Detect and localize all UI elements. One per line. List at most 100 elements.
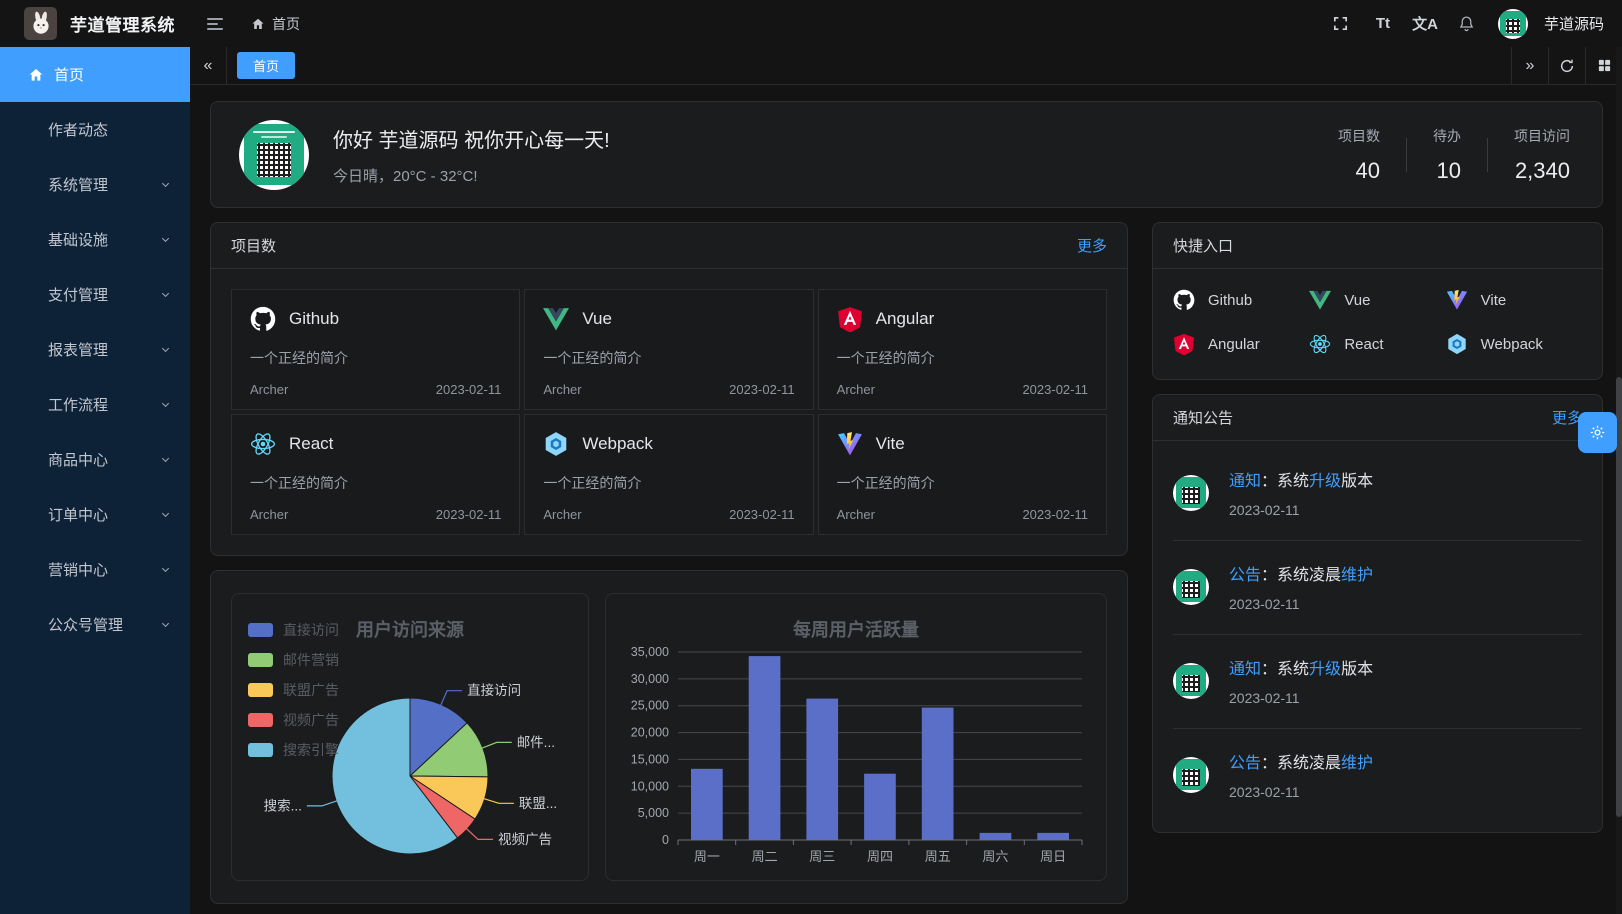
angular-icon [837,306,863,332]
legend-label: 直接访问 [283,620,339,640]
tab-home[interactable]: 首页 [237,52,295,79]
font-size-button[interactable]: Tt [1366,7,1400,41]
legend-item-2[interactable]: 联盟广告 [248,680,339,700]
svg-text:15,000: 15,000 [631,752,669,766]
project-card-react[interactable]: React 一个正经的简介 Archer 2023-02-11 [231,414,520,535]
sidebar-item-4[interactable]: 支付管理 [0,267,190,322]
shortcut-vue[interactable]: Vue [1309,289,1445,311]
legend-swatch [248,623,273,637]
chevron-down-icon [159,288,172,301]
sidebar-item-5[interactable]: 报表管理 [0,322,190,377]
svg-text:0: 0 [662,833,669,847]
pie-chart-card: 用户访问来源 直接访问 邮件营销 联盟广告 视频广告 搜索引擎 直接访问邮件..… [231,593,589,881]
sidebar-item-7[interactable]: 商品中心 [0,432,190,487]
projects-card-title: 项目数 [231,235,276,256]
project-date: 2023-02-11 [729,507,795,522]
notice-item-1[interactable]: 公告：系统凌晨维护 2023-02-11 [1173,540,1582,634]
project-name: Angular [876,309,935,329]
projects-more-link[interactable]: 更多 [1077,235,1107,256]
legend-item-1[interactable]: 邮件营销 [248,650,339,670]
legend-label: 视频广告 [283,710,339,730]
sidebar-item-label: 首页 [54,64,84,85]
home-icon [251,17,265,31]
sidebar-item-1[interactable]: 作者动态 [0,102,190,157]
shortcut-webpack[interactable]: Webpack [1446,333,1582,355]
breadcrumb-label: 首页 [272,14,300,34]
project-description: 一个正经的简介 [250,348,501,368]
tabs-scroll-right-button[interactable]: » [1511,47,1548,84]
sidebar-item-10[interactable]: 公众号管理 [0,597,190,652]
angular-icon [1173,333,1195,355]
page-scrollbar[interactable] [1616,47,1622,914]
greeting-text: 你好 芋道源码 祝你开心每一天! [333,124,610,153]
legend-item-3[interactable]: 视频广告 [248,710,339,730]
project-card-angular[interactable]: Angular 一个正经的简介 Archer 2023-02-11 [818,289,1107,410]
legend-label: 搜索引擎 [283,740,339,760]
pie-legend: 直接访问 邮件营销 联盟广告 视频广告 搜索引擎 [248,620,339,760]
shortcut-label: Vite [1481,292,1507,309]
legend-label: 联盟广告 [283,680,339,700]
sidebar-item-label: 系统管理 [48,174,108,195]
legend-item-0[interactable]: 直接访问 [248,620,339,640]
legend-label: 邮件营销 [283,650,339,670]
notification-button[interactable] [1450,7,1484,41]
project-card-vue[interactable]: Vue 一个正经的简介 Archer 2023-02-11 [524,289,813,410]
project-author: Archer [837,507,875,522]
legend-swatch [248,653,273,667]
sidebar-item-9[interactable]: 营销中心 [0,542,190,597]
vite-icon [1446,289,1468,311]
project-description: 一个正经的简介 [250,473,501,493]
sidebar-item-2[interactable]: 系统管理 [0,157,190,212]
shortcut-angular[interactable]: Angular [1173,333,1309,355]
shortcut-react[interactable]: React [1309,333,1445,355]
project-card-vite[interactable]: Vite 一个正经的简介 Archer 2023-02-11 [818,414,1107,535]
app-logo[interactable] [24,7,57,40]
shortcut-github[interactable]: Github [1173,289,1309,311]
project-name: Webpack [582,434,653,454]
sidebar-item-8[interactable]: 订单中心 [0,487,190,542]
theme-settings-button[interactable] [1578,412,1617,453]
shortcut-label: React [1344,336,1383,353]
project-author: Archer [543,507,581,522]
shortcut-label: Vue [1344,292,1370,309]
sidebar-menu: 首页 作者动态 系统管理 基础设施 支付管理 报表管理 工作流程 商品中心 订单 [0,47,190,914]
notice-item-3[interactable]: 公告：系统凌晨维护 2023-02-11 [1173,728,1582,822]
legend-swatch [248,743,273,757]
bell-icon [1458,15,1475,32]
shortcuts-card: 快捷入口 Github Vue Vite Angular React Webpa… [1152,222,1603,380]
notice-avatar [1173,569,1209,605]
notice-item-0[interactable]: 通知：系统升级版本 2023-02-11 [1173,447,1582,540]
project-description: 一个正经的简介 [543,348,794,368]
tabs-scroll-left-button[interactable]: « [190,47,227,84]
legend-swatch [248,713,273,727]
fullscreen-button[interactable] [1324,7,1358,41]
notice-title: 通知：系统升级版本 [1229,655,1373,679]
svg-text:周二: 周二 [752,849,778,864]
user-avatar[interactable] [1498,9,1528,39]
notice-item-2[interactable]: 通知：系统升级版本 2023-02-11 [1173,634,1582,728]
project-name: Vite [876,434,905,454]
bar-chart[interactable]: 05,00010,00015,00020,00025,00030,00035,0… [606,594,1106,880]
project-card-webpack[interactable]: Webpack 一个正经的简介 Archer 2023-02-11 [524,414,813,535]
sidebar-item-3[interactable]: 基础设施 [0,212,190,267]
locale-button[interactable]: 文A [1408,7,1442,41]
legend-item-4[interactable]: 搜索引擎 [248,740,339,760]
refresh-icon [1559,58,1575,74]
notice-list: 通知：系统升级版本 2023-02-11 公告：系统凌晨维护 2023-02-1… [1153,441,1602,832]
rabbit-logo-icon [28,11,54,37]
project-card-github[interactable]: Github 一个正经的简介 Archer 2023-02-11 [231,289,520,410]
sidebar-item-6[interactable]: 工作流程 [0,377,190,432]
shortcut-vite[interactable]: Vite [1446,289,1582,311]
sidebar-item-0[interactable]: 首页 [0,47,190,102]
font-size-icon: Tt [1376,15,1390,32]
refresh-button[interactable] [1548,47,1585,84]
svg-text:25,000: 25,000 [631,699,669,713]
sidebar-item-label: 报表管理 [48,339,108,360]
username[interactable]: 芋道源码 [1544,13,1604,34]
breadcrumb[interactable]: 首页 [251,14,300,34]
notice-date: 2023-02-11 [1229,596,1373,612]
sidebar-item-label: 支付管理 [48,284,108,305]
github-icon [1173,289,1195,311]
notice-avatar [1173,663,1209,699]
menu-fold-icon[interactable] [201,12,229,36]
